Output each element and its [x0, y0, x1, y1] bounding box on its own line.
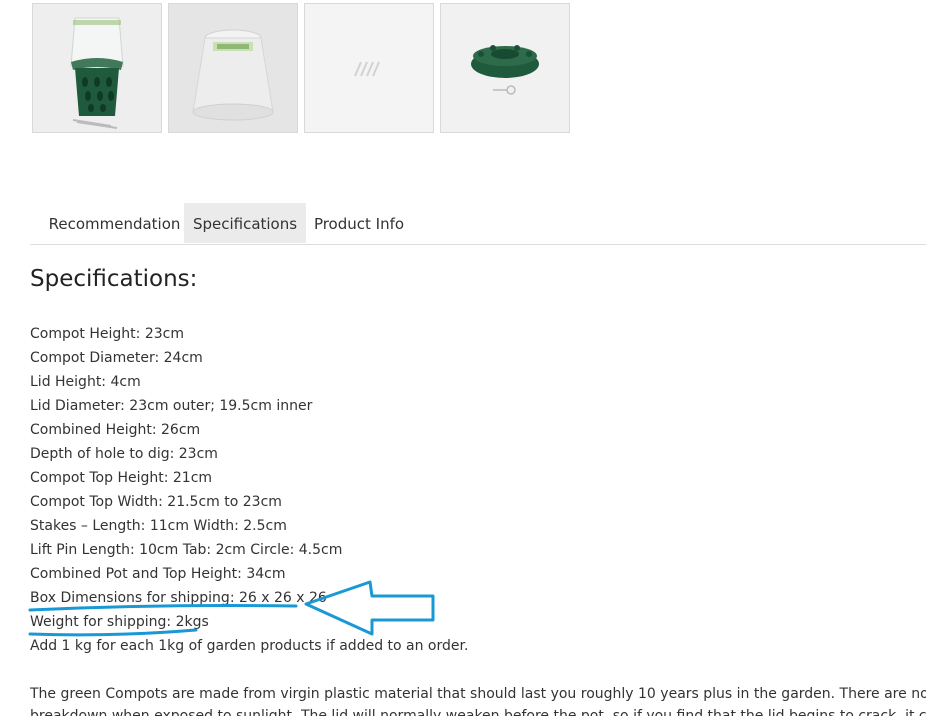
- spec-stakes: Stakes – Length: 11cm Width: 2.5cm: [30, 518, 287, 534]
- spec-combined-pot-top-height: Combined Pot and Top Height: 34cm: [30, 566, 286, 582]
- thumbnail-stakes[interactable]: [304, 3, 434, 133]
- tab-recommendation[interactable]: Recommendation: [38, 203, 191, 243]
- spec-compot-diameter: Compot Diameter: 24cm: [30, 350, 203, 366]
- product-tabs: Recommendation Specifications Product In…: [30, 203, 926, 245]
- spec-extra-weight-note: Add 1 kg for each 1kg of garden products…: [30, 638, 469, 654]
- spec-top-height: Compot Top Height: 21cm: [30, 470, 213, 486]
- spec-lid-diameter: Lid Diameter: 23cm outer; 19.5cm inner: [30, 398, 313, 414]
- spec-top-width: Compot Top Width: 21.5cm to 23cm: [30, 494, 282, 510]
- clear-lid-photo-icon: [169, 4, 297, 132]
- spec-lid-height: Lid Height: 4cm: [30, 374, 141, 390]
- spec-box-dimensions: Box Dimensions for shipping: 26 x 26 x 2…: [30, 590, 327, 606]
- thumbnail-clear-lid[interactable]: [168, 3, 298, 133]
- spec-shipping-weight: Weight for shipping: 2kgs: [30, 614, 209, 630]
- spec-hole-depth: Depth of hole to dig: 23cm: [30, 446, 218, 462]
- description-line-1: The green Compots are made from virgin p…: [30, 686, 926, 702]
- thumbnail-green-tray[interactable]: [440, 3, 570, 133]
- tab-product-info[interactable]: Product Info: [306, 203, 412, 243]
- green-tray-photo-icon: [441, 4, 569, 132]
- tab-specifications[interactable]: Specifications: [184, 203, 306, 243]
- specifications-heading: Specifications:: [30, 266, 198, 292]
- thumbnail-compot-with-lid[interactable]: [32, 3, 162, 133]
- compot-with-lid-photo-icon: [33, 4, 161, 132]
- product-description: The green Compots are made from virgin p…: [30, 683, 926, 716]
- description-line-2: breakdown when exposed to sunlight. The …: [30, 708, 926, 716]
- specifications-list: Compot Height: 23cm Compot Diameter: 24c…: [30, 322, 468, 658]
- stakes-photo-icon: [305, 4, 433, 132]
- spec-compot-height: Compot Height: 23cm: [30, 326, 184, 342]
- spec-combined-height: Combined Height: 26cm: [30, 422, 201, 438]
- spec-lift-pin: Lift Pin Length: 10cm Tab: 2cm Circle: 4…: [30, 542, 343, 558]
